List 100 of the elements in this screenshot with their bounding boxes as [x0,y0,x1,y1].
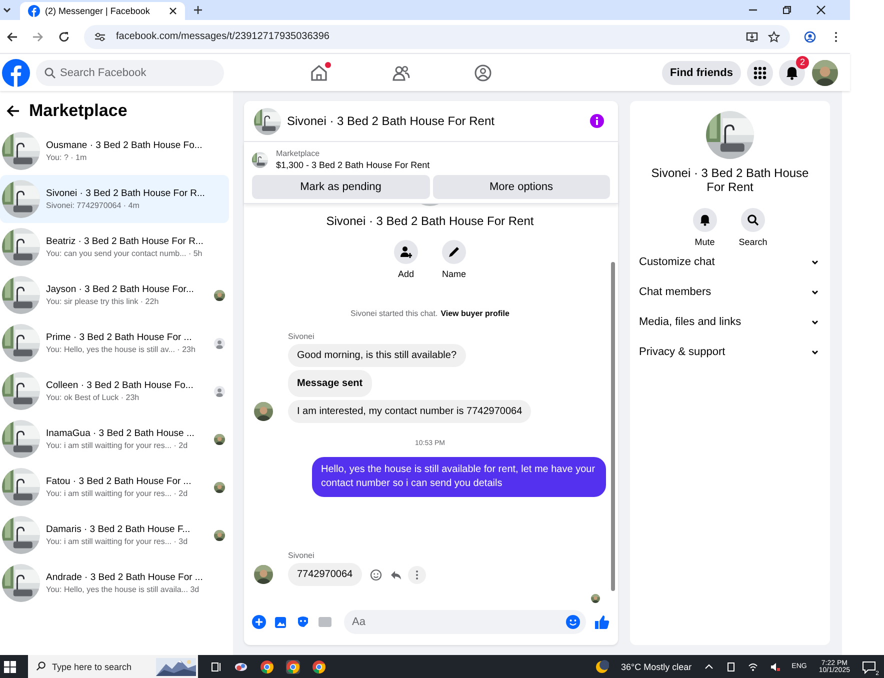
new-tab-icon[interactable] [193,5,203,15]
pencil-icon [448,246,460,258]
weather-text[interactable]: 36°C Mostly clear [621,662,692,672]
image-icon[interactable] [274,615,288,629]
message-bubble: Hello, yes the house is still available for rent, let me have your contact number so i can send you details [312,457,606,497]
listing-action-button[interactable]: More options [432,175,610,199]
search-field[interactable]: Search Facebook [36,60,224,86]
find-friends-button[interactable]: Find friends [662,60,741,84]
section-header[interactable]: Privacy & support [639,337,821,367]
conversation-item[interactable]: Jayson · 3 Bed 2 Bath House For... You: sir please try this link · 22h [0,271,229,319]
action-label: Add [398,269,414,279]
conversation-preview: You: ? · 1m [46,153,88,162]
weather-icon[interactable] [595,660,610,674]
conversation-name: Fatou · 3 Bed 2 Bath House For ... [46,476,192,487]
forward-icon[interactable] [32,30,44,42]
wifi-icon[interactable] [748,662,758,672]
close-icon[interactable] [169,7,177,15]
device-icon[interactable] [726,662,736,672]
message-bubble: I am interested, my contact number is 7742970064 [288,400,532,423]
friends-icon[interactable] [392,64,410,82]
message-input[interactable]: Aa [344,610,586,634]
install-app-icon[interactable] [746,30,758,42]
url-text: facebook.com/messages/t/23912717935036396 [116,31,330,42]
volume-icon[interactable] [770,662,780,672]
conversation-name: Damaris · 3 Bed 2 Bath House F... [46,524,192,535]
section-header[interactable]: Customize chat [639,247,821,277]
back-icon[interactable] [6,30,18,42]
notifications-button[interactable] [779,60,805,86]
browser-tab[interactable]: (2) Messenger | Facebook [20,2,185,20]
reload-icon[interactable] [58,30,70,42]
facebook-logo-icon [28,5,40,17]
avatar-icon [214,386,225,396]
thumbs-up-icon[interactable] [594,614,610,630]
add-person-button[interactable] [394,240,418,264]
search-icon [36,661,46,671]
bell-icon [698,214,711,226]
sender-name: Sivonei [288,551,316,560]
chrome-icon[interactable] [260,660,274,674]
marketplace-heading: Marketplace [29,101,128,121]
conversation-item[interactable]: Ousmane · 3 Bed 2 Bath House Fo... You: ? · 1m [0,127,229,175]
conversation-item[interactable]: Damaris · 3 Bed 2 Bath House F... You: i am still waitting for your res... · 3d [0,511,229,559]
plus-icon[interactable] [252,615,266,629]
sender-name: Sivonei [288,332,316,341]
address-bar[interactable]: facebook.com/messages/t/23912717935036396 [84,24,790,48]
sticker-icon[interactable] [296,615,310,629]
conversation-preview: You: can you send your contact numb... · 5h [46,249,204,258]
conversation-name: Prime · 3 Bed 2 Bath House For ... [46,332,193,343]
listing-label: Marketplace [276,149,321,158]
more-button[interactable] [408,566,426,584]
search-button[interactable] [741,208,765,232]
notifications-icon[interactable] [862,660,876,674]
action-label: Mute [694,237,715,247]
conversation-item[interactable]: Fatou · 3 Bed 2 Bath House For ... You: i am still waitting for your res... · 2d [0,463,229,511]
conversation-item[interactable]: Beatriz · 3 Bed 2 Bath House For R... You: can you send your contact numb... · 5h [0,223,229,271]
conversation-name: InamaGua · 3 Bed 2 Bath House ... [46,428,196,439]
profile-icon[interactable] [804,30,816,42]
star-icon[interactable] [768,30,780,42]
menu-button[interactable] [747,60,773,86]
windows-logo-icon[interactable] [4,660,16,672]
back-icon[interactable] [6,104,20,118]
home-icon[interactable] [310,64,328,82]
close-icon[interactable] [816,5,826,15]
emoji-icon[interactable] [370,568,382,580]
chevron-up-icon[interactable] [704,662,714,672]
avatar [254,565,273,584]
view-profile-link[interactable]: View buyer profile [440,309,510,318]
search-icon [44,66,56,78]
bell-icon [785,66,799,80]
avatar [214,482,225,492]
site-settings-icon[interactable] [94,30,106,42]
conversation-preview: You: ok Best of Luck · 23h [46,393,140,402]
emoji-icon[interactable] [566,615,580,629]
chrome-icon[interactable] [312,660,326,674]
restore-icon[interactable] [782,5,792,15]
conversation-preview: You: sir please try this link · 22h [46,297,160,306]
tab-title: (2) Messenger | Facebook [45,6,150,16]
conversation-item[interactable]: Colleen · 3 Bed 2 Bath House Fo... You: ok Best of Luck · 23h [0,367,229,415]
conversation-item[interactable]: Andrade · 3 Bed 2 Bath House For ... You: Hello, yes the house is still availa... 3d [0,559,229,607]
add-person-icon [400,246,412,258]
conversation-item[interactable]: Prime · 3 Bed 2 Bath House For ... You: Hello, yes the house is still av... · 23h [0,319,229,367]
avatar [812,60,838,86]
conversation-preview: You: i am still waitting for your res... · 3d [46,537,189,546]
mute-button[interactable] [692,208,717,232]
groups-icon[interactable] [474,64,492,82]
listing-title: $1,300 - 3 Bed 2 Bath House For Rent [276,160,431,170]
task-view-icon[interactable] [210,660,222,672]
conversation-item[interactable]: InamaGua · 3 Bed 2 Bath House ... You: i am still waitting for your res... · 2d [0,415,229,463]
section-header[interactable]: Media, files and links [639,307,821,337]
tab-list-icon[interactable] [2,5,12,15]
conversation-item[interactable]: Sivonei · 3 Bed 2 Bath House For R... Sivonei: 7742970064 · 4m [0,175,229,223]
facebook-logo-icon[interactable] [2,58,30,86]
conversation-preview: You: i am still waitting for your res... · 2d [46,441,189,450]
chrome-icon[interactable] [286,660,300,674]
reply-icon[interactable] [390,568,402,580]
rename-button[interactable] [442,240,466,264]
message-bubble: Good morning, is this still available? [288,344,466,367]
listing-action-button[interactable]: Mark as pending [252,175,430,199]
section-header[interactable]: Chat members [639,277,821,307]
info-icon[interactable] [590,114,604,128]
message-bubble: 7742970064 [288,563,362,586]
